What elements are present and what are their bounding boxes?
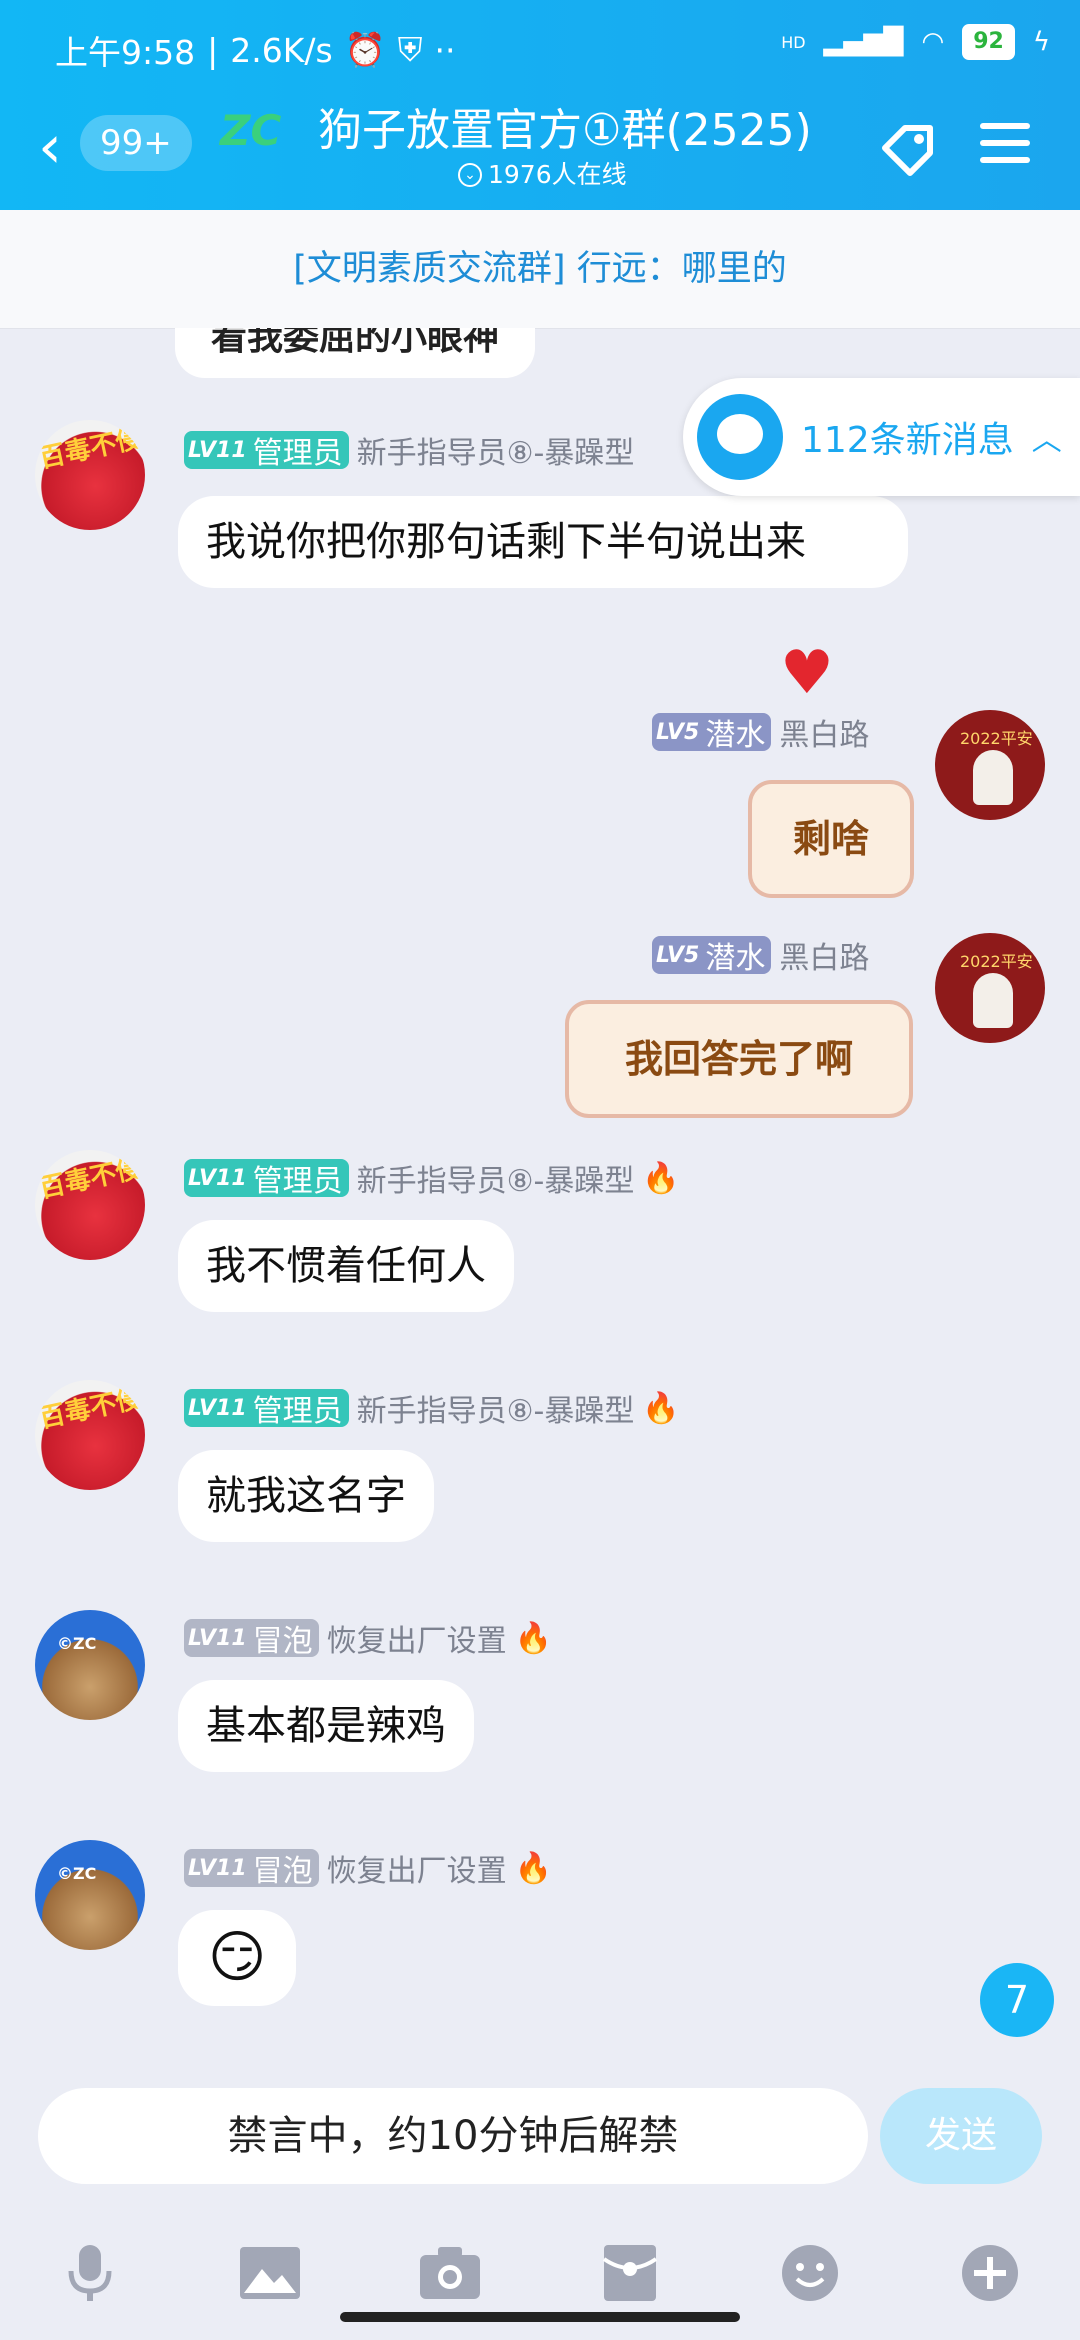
level-badge: LV5 潜水 (652, 936, 772, 976)
level-badge: LV5 潜水 (652, 713, 772, 753)
sender-meta: LV11 冒泡 恢复出厂设置 🔥 (184, 1846, 552, 1890)
fire-icon: 🔥 (514, 1850, 552, 1886)
chevron-down-circle-icon: ⌄ (458, 163, 482, 187)
message-bubble[interactable]: 我说你把你那句话剩下半句说出来 (178, 496, 908, 588)
back-chevron-icon[interactable]: ‹ (38, 117, 62, 177)
unseen-count-badge[interactable]: 7 (980, 1963, 1054, 2037)
menu-icon[interactable] (975, 113, 1045, 183)
chat-bubble-icon (697, 394, 783, 480)
signal-icon: ▂▄▆█ (823, 27, 904, 57)
sender-meta: LV11 管理员 新手指导员⑧-暴躁型 🔥 (184, 1156, 680, 1200)
unread-count-badge[interactable]: 99+ (80, 115, 192, 171)
lips-heart-sticker-icon: ♥ (780, 638, 834, 708)
avatar[interactable]: 2022平安 (935, 933, 1045, 1043)
input-bar: 禁言中，约10分钟后解禁 发送 (0, 2068, 1080, 2340)
online-count[interactable]: ⌄ 1976人在线 (458, 157, 627, 193)
sticker-message[interactable]: 剩啥 (748, 780, 914, 898)
alarm-icon: ⏰ (344, 30, 386, 69)
sender-name[interactable]: 新手指导员⑧-暴躁型 (357, 1386, 635, 1430)
plus-icon[interactable] (955, 2238, 1025, 2308)
camera-icon[interactable] (415, 2238, 485, 2308)
sticker-message[interactable]: 我回答完了啊 (565, 1000, 913, 1118)
level-badge: LV11 管理员 (184, 1159, 349, 1199)
sender-name[interactable]: 黑白路 (779, 710, 869, 754)
tag-link-icon[interactable] (875, 113, 945, 183)
message-bubble[interactable]: 基本都是辣鸡 (178, 1680, 474, 1772)
new-messages-button[interactable]: 112条新消息 ︿ (683, 378, 1080, 496)
message-bubble[interactable]: 就我这名字 (178, 1450, 434, 1542)
sender-meta: LV5 潜水 黑白路 (652, 710, 869, 754)
fire-icon: 🔥 (514, 1620, 552, 1656)
fire-icon: 🔥 (642, 1390, 680, 1426)
level-badge: LV11 冒泡 (184, 1619, 319, 1659)
home-indicator[interactable] (340, 2312, 740, 2322)
send-button[interactable]: 发送 (880, 2088, 1042, 2184)
sender-meta: LV11 冒泡 恢复出厂设置 🔥 (184, 1616, 552, 1660)
avatar[interactable]: ©ZC (35, 1610, 145, 1720)
wifi-icon: ◠ (921, 27, 945, 57)
status-time: 上午9:58 (55, 33, 196, 72)
emoji-icon[interactable] (775, 2238, 845, 2308)
previous-message-bubble[interactable]: 看我委屈的小眼神 (175, 328, 535, 378)
hd-label: HD (781, 32, 806, 52)
sender-name[interactable]: 恢复出厂设置 (327, 1846, 507, 1890)
mic-icon[interactable] (55, 2238, 125, 2308)
avatar[interactable]: 百毒不侵 (35, 1380, 145, 1490)
chat-message-list[interactable]: 看我委屈的小眼神 百毒不侵 LV11 管理员 新手指导员⑧-暴躁型 我说你把你那句… (0, 328, 1080, 2068)
group-announcement-banner[interactable]: [文明素质交流群] 行远：哪里的 (0, 210, 1080, 329)
group-logo: ZC (220, 106, 282, 155)
group-title[interactable]: 狗子放置官方①群(2525) (318, 99, 812, 163)
message-bubble[interactable]: 我不惯着任何人 (178, 1220, 514, 1312)
sender-meta: LV5 潜水 黑白路 (652, 933, 869, 977)
sender-meta: LV11 管理员 新手指导员⑧-暴躁型 🔥 (184, 1386, 680, 1430)
battery-indicator: 92 (962, 24, 1015, 60)
message-input[interactable]: 禁言中，约10分钟后解禁 (38, 2088, 868, 2184)
avatar[interactable]: 百毒不侵 (35, 1150, 145, 1260)
avatar[interactable]: ©ZC (35, 1840, 145, 1950)
emoji-message-bubble[interactable]: 😏 (178, 1910, 297, 2006)
level-badge: LV11 管理员 (184, 1389, 349, 1429)
red-packet-icon[interactable] (595, 2238, 665, 2308)
level-badge: LV11 管理员 (184, 431, 349, 471)
sender-name[interactable]: 新手指导员⑧-暴躁型 (357, 428, 635, 472)
image-icon[interactable] (235, 2238, 305, 2308)
sender-name[interactable]: 黑白路 (779, 933, 869, 977)
level-badge: LV11 冒泡 (184, 1849, 319, 1889)
chevron-up-icon: ︿ (1031, 423, 1062, 458)
status-bar: 上午9:58 | 2.6K/s ⏰ ⛨ ·· HD ▂▄▆█ ◠ 92 ϟ (0, 0, 1080, 95)
charging-icon: ϟ (1032, 27, 1050, 57)
more-dots-icon: ·· (434, 30, 456, 70)
avatar[interactable]: 百毒不侵 (35, 420, 145, 530)
avatar[interactable]: 2022平安 (935, 710, 1045, 820)
sender-name[interactable]: 新手指导员⑧-暴躁型 (357, 1156, 635, 1200)
status-speed: 2.6K/s (230, 30, 333, 70)
shield-icon: ⛨ (397, 30, 423, 69)
sender-meta: LV11 管理员 新手指导员⑧-暴躁型 (184, 428, 634, 472)
chat-header: ‹ 99+ ZC 狗子放置官方①群(2525) ⌄ 1976人在线 (0, 95, 1080, 210)
sender-name[interactable]: 恢复出厂设置 (327, 1616, 507, 1660)
fire-icon: 🔥 (642, 1160, 680, 1196)
